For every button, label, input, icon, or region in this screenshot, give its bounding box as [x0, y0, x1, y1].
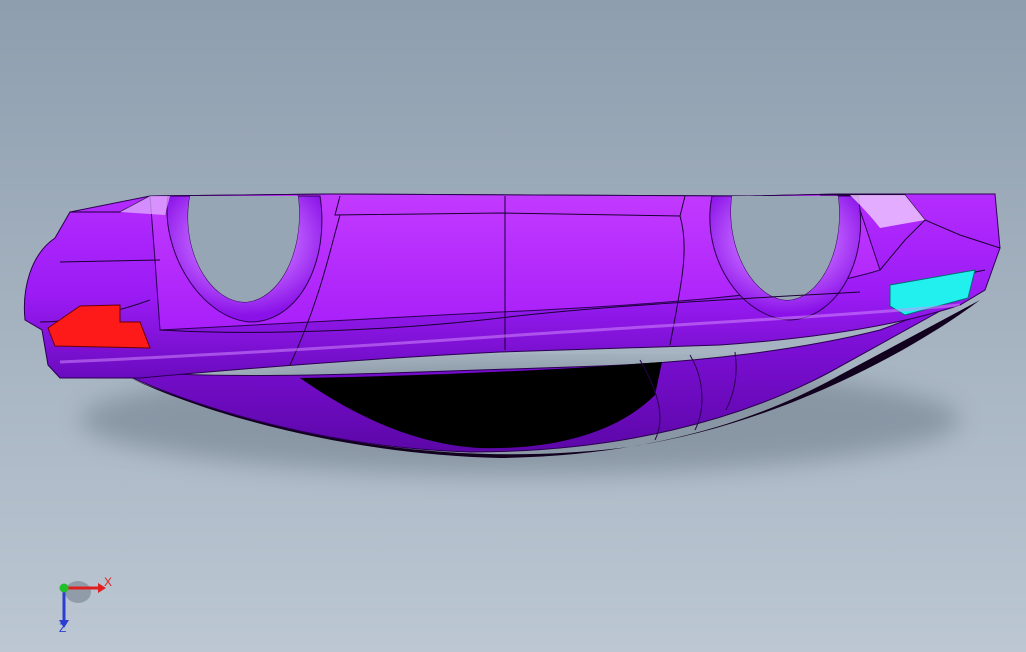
x-axis-label: X: [104, 575, 113, 589]
model-view[interactable]: [0, 0, 1026, 652]
z-axis-label: Z: [59, 621, 67, 635]
triad-graphic: [59, 581, 106, 628]
graphics-viewport[interactable]: X Z: [0, 0, 1026, 652]
axis-triad: X Z: [40, 570, 130, 640]
